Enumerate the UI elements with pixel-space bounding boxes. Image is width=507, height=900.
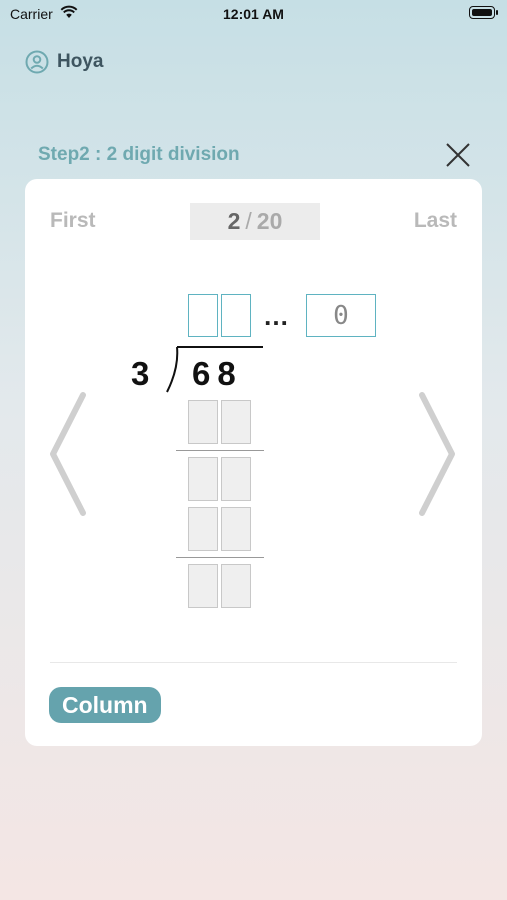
subtraction-line [176, 557, 264, 558]
work-cell[interactable] [221, 507, 251, 551]
problem-card: First 2 / 20 Last … 0 3 68 Column [25, 179, 482, 746]
current-page: 2 [227, 208, 241, 234]
user-name: Hoya [57, 51, 104, 72]
remainder-input[interactable]: 0 [306, 294, 376, 337]
previous-arrow-icon[interactable] [47, 389, 87, 519]
remainder-ellipsis: … [263, 301, 290, 331]
first-button[interactable]: First [50, 209, 96, 233]
quotient-tens-input[interactable] [188, 294, 218, 337]
status-bar: Carrier 12:01 AM [0, 0, 507, 28]
subtraction-line [176, 450, 264, 451]
page-separator: / [245, 208, 252, 234]
work-cell[interactable] [188, 564, 218, 608]
work-cell[interactable] [188, 507, 218, 551]
step-title: Step2 : 2 digit division [38, 144, 240, 165]
column-button[interactable]: Column [49, 687, 161, 723]
user-profile[interactable]: Hoya [25, 50, 103, 74]
card-divider [50, 662, 457, 663]
work-cell[interactable] [221, 400, 251, 444]
user-circle-icon [25, 50, 49, 74]
next-arrow-icon[interactable] [418, 389, 458, 519]
dividend: 68 [192, 355, 243, 392]
close-icon[interactable] [444, 141, 472, 169]
clock: 12:01 AM [223, 6, 284, 22]
work-cell[interactable] [188, 457, 218, 501]
battery-icon [469, 6, 498, 19]
last-button[interactable]: Last [414, 209, 457, 233]
quotient-ones-input[interactable] [221, 294, 251, 337]
page-counter: 2 / 20 [190, 203, 320, 240]
work-cell[interactable] [188, 400, 218, 444]
work-cell[interactable] [221, 564, 251, 608]
work-cell[interactable] [221, 457, 251, 501]
divisor: 3 [131, 355, 150, 392]
total-pages: 20 [256, 208, 283, 234]
